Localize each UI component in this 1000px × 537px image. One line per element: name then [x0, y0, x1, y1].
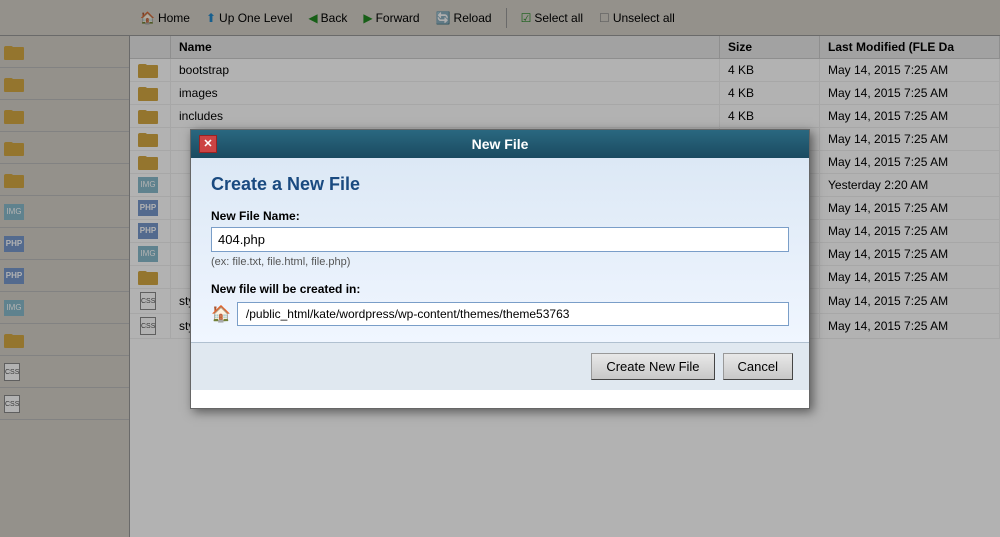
home-path-icon: 🏠: [211, 304, 231, 324]
create-new-file-button[interactable]: Create New File: [591, 353, 714, 380]
modal-titlebar: ✕ New File: [191, 130, 809, 158]
filename-hint: (ex: file.txt, file.html, file.php): [211, 256, 789, 268]
path-row: 🏠 /public_html/kate/wordpress/wp-content…: [211, 302, 789, 326]
modal-footer: Create New File Cancel: [191, 342, 809, 390]
cancel-button[interactable]: Cancel: [723, 353, 793, 380]
new-file-dialog: ✕ New File Create a New File New File Na…: [190, 129, 810, 409]
modal-close-button[interactable]: ✕: [199, 135, 217, 153]
modal-overlay: ✕ New File Create a New File New File Na…: [0, 0, 1000, 537]
modal-body: Create a New File New File Name: (ex: fi…: [191, 158, 809, 342]
modal-heading: Create a New File: [211, 174, 789, 195]
location-label: New file will be created in:: [211, 282, 789, 296]
filename-label: New File Name:: [211, 209, 789, 223]
modal-title: New File: [472, 136, 529, 152]
filename-input[interactable]: [211, 227, 789, 252]
modal-path-display: /public_html/kate/wordpress/wp-content/t…: [237, 302, 789, 326]
